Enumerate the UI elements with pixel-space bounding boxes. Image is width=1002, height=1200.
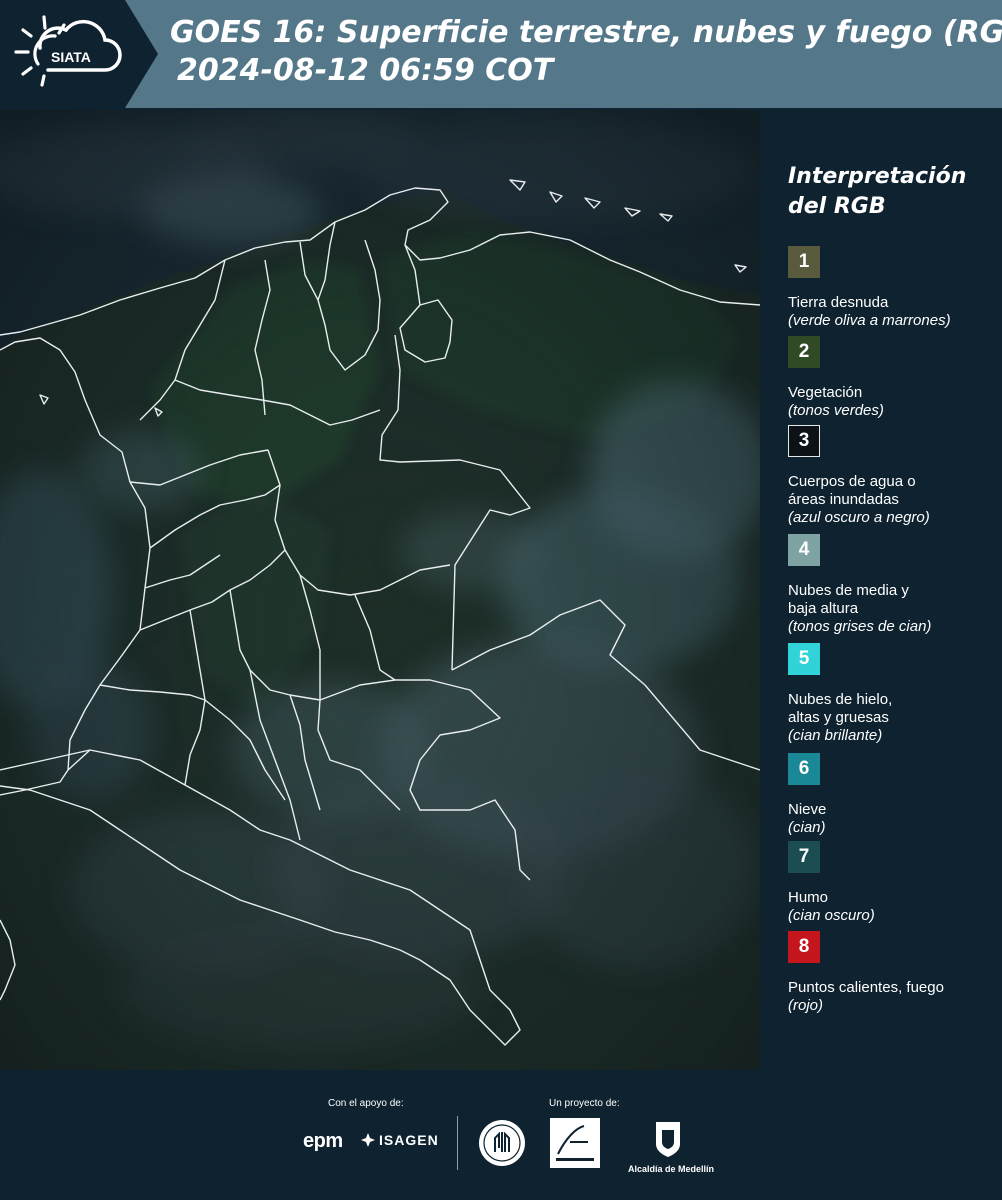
legend-item-water-bodies: 3 Cuerpos de agua o áreas inundadas (azul… [788,425,998,527]
legend-title: Interpretación del RGB [788,162,966,222]
legend-swatch: 2 [788,336,820,368]
satellite-map [0,110,760,1070]
area-metropolitana-logo [550,1118,600,1168]
legend-description: (rojo) [788,997,824,1014]
legend-item-smoke: 7 Humo (cian oscuro) [788,841,998,925]
legend-title-line-2: del RGB [788,194,886,219]
legend-description: (tonos verdes) [788,402,884,419]
legend-label: Humo [788,889,829,906]
legend-title-line-1: Interpretación [788,164,967,189]
legend-item-fire: 8 Puntos calientes, fuego (rojo) [788,931,998,1015]
legend-swatch: 1 [788,246,820,278]
title-line-2: 2024-08-12 06:59 COT [177,53,554,88]
isagen-mark-icon [361,1133,375,1147]
legend-label: Vegetación [788,384,863,401]
university-seal-icon [479,1120,525,1166]
legend-description: (cian brillante) [788,727,883,744]
legend-swatch: 4 [788,534,820,566]
legend-description: (cian oscuro) [788,907,875,924]
medellin-shield-icon [656,1122,680,1157]
legend-item-bare-soil: 1 Tierra desnuda (verde oliva a marrones… [788,246,998,330]
legend-description: (cian) [788,819,826,836]
legend-label: Nubes de media y baja altura [788,582,909,617]
legend-swatch: 7 [788,841,820,873]
project-caption: Un proyecto de: [549,1098,620,1109]
legend-item-ice-clouds: 5 Nubes de hielo, altas y gruesas (cian b… [788,643,998,745]
footer: Con el apoyo de: Un proyecto de: epm ISA… [0,1070,1002,1200]
legend-description: (tonos grises de cian) [788,618,932,635]
epm-logo: epm [303,1130,343,1152]
legend-label: Nubes de hielo, altas y gruesas [788,691,893,726]
siata-logo: SIATA [0,0,158,108]
legend-description: (verde oliva a marrones) [788,312,951,329]
legend-label: Tierra desnuda [788,294,889,311]
legend-swatch: 8 [788,931,820,963]
legend-item-mid-low-clouds: 4 Nubes de media y baja altura (tonos gri… [788,534,998,636]
legend-label: Cuerpos de agua o áreas inundadas [788,473,916,508]
footer-divider [457,1116,458,1170]
header-banner: SIATA GOES 16: Superficie terrestre, nub… [0,0,1002,108]
medellin-label: Alcaldía de Medellín [628,1164,715,1174]
logo-text: SIATA [51,49,91,65]
legend-label: Puntos calientes, fuego [788,979,944,996]
legend-swatch: 6 [788,753,820,785]
alcaldia-medellin-logo: Alcaldía de Medellín [628,1118,715,1174]
legend-description: (azul oscuro a negro) [788,509,930,526]
title-line-1: GOES 16: Superficie terrestre, nubes y f… [170,15,1002,50]
legend-item-vegetation: 2 Vegetación (tonos verdes) [788,336,998,420]
support-caption: Con el apoyo de: [328,1098,404,1109]
legend-panel: Interpretación del RGB 1 Tierra desnuda … [760,108,1002,1070]
legend-swatch: 3 [788,425,820,457]
legend-label: Nieve [788,801,827,818]
page-title: GOES 16: Superficie terrestre, nubes y f… [170,14,1002,90]
legend-swatch: 5 [788,643,820,675]
isagen-logo: ISAGEN [360,1132,439,1148]
legend-item-snow: 6 Nieve (cian) [788,753,998,837]
